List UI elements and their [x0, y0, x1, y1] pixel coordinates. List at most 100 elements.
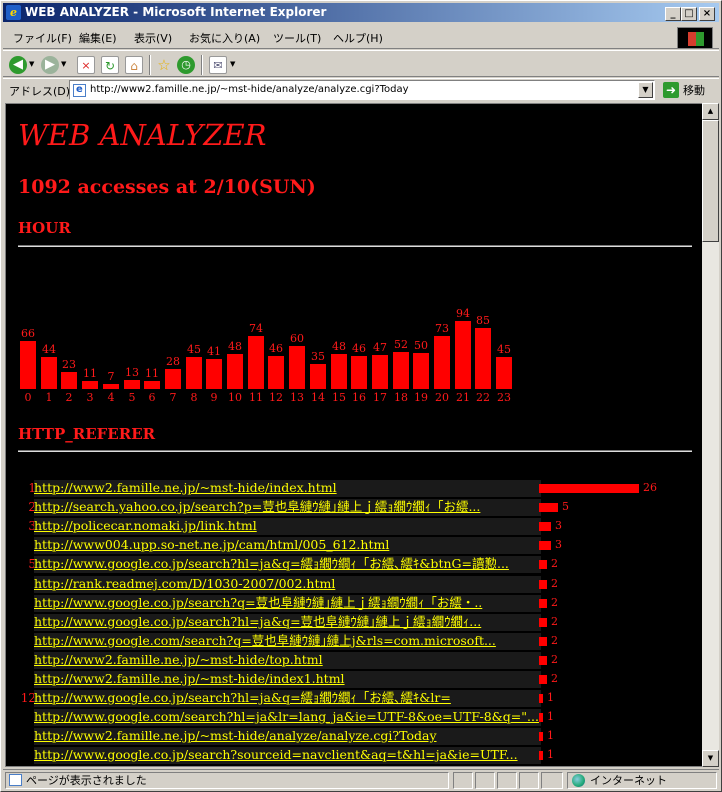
referer-link[interactable]: http://rank.readmej.com/D/1030-2007/002.…: [34, 576, 541, 593]
referer-bar: [539, 675, 547, 684]
scroll-down-icon[interactable]: ▼: [702, 750, 719, 767]
mail-icon[interactable]: ✉: [209, 56, 227, 74]
hour-tick-label: 13: [290, 391, 304, 404]
maximize-icon[interactable]: □: [681, 7, 697, 21]
history-icon[interactable]: ◷: [177, 56, 195, 74]
referer-link[interactable]: http://www2.famille.ne.jp/~mst-hide/inde…: [34, 480, 541, 497]
referer-row: http://rank.readmej.com/D/1030-2007/002.…: [18, 576, 698, 594]
hour-bar-value: 48: [228, 340, 242, 353]
hour-bar: [206, 359, 222, 389]
referer-link[interactable]: http://search.yahoo.co.jp/search?p=荳也阜縺ｳ…: [34, 499, 541, 516]
hour-tick-label: 16: [352, 391, 366, 404]
referer-link[interactable]: http://www.google.com/search?hl=ja&lr=la…: [34, 709, 541, 726]
stop-icon[interactable]: ×: [77, 56, 95, 74]
hour-bar-value: 44: [42, 343, 56, 356]
page-title: WEB ANALYZER: [18, 118, 267, 152]
hour-tick-label: 21: [456, 391, 470, 404]
hour-bar-value: 85: [476, 314, 490, 327]
minimize-icon[interactable]: _: [665, 7, 681, 21]
menu-favorites[interactable]: お気に入り(A): [189, 30, 260, 46]
refresh-icon[interactable]: ↻: [101, 56, 119, 74]
hour-tick-label: 7: [169, 391, 177, 404]
hour-tick-label: 9: [210, 391, 218, 404]
hour-tick-label: 1: [45, 391, 53, 404]
hour-tick-label: 10: [228, 391, 242, 404]
status-text: ページが表示されました: [26, 774, 147, 787]
zone-text: インターネット: [590, 774, 667, 787]
referer-bar: [539, 599, 547, 608]
hour-bar: [82, 381, 98, 389]
go-arrow-icon: ➜: [663, 82, 679, 98]
mail-dropdown-icon[interactable]: ▼: [230, 60, 235, 68]
referer-count: 5: [562, 500, 569, 513]
divider: [18, 450, 692, 452]
back-icon[interactable]: ◀: [9, 56, 27, 74]
back-dropdown-icon[interactable]: ▼: [29, 60, 34, 68]
referer-link[interactable]: http://www.google.co.jp/search?hl=ja&q=荳…: [34, 614, 541, 631]
address-dropdown-icon[interactable]: ▼: [638, 82, 653, 98]
referer-bar: [539, 560, 547, 569]
hour-bar-value: 23: [62, 358, 76, 371]
hour-bar-value: 52: [394, 338, 408, 351]
vertical-scrollbar[interactable]: ▲ ▼: [702, 103, 719, 767]
menu-bar: ファイル(F) 編集(E) 表示(V) お気に入り(A) ツール(T) ヘルプ(…: [3, 25, 719, 49]
menu-file[interactable]: ファイル(F): [13, 30, 72, 46]
address-input[interactable]: http://www2.famille.ne.jp/~mst-hide/anal…: [69, 80, 655, 100]
referer-link[interactable]: http://www004.upp.so-net.ne.jp/cam/html/…: [34, 537, 541, 554]
go-button[interactable]: ➜ 移動: [661, 81, 717, 100]
hour-bar: [61, 372, 77, 389]
forward-dropdown-icon[interactable]: ▼: [61, 60, 66, 68]
forward-icon[interactable]: ▶: [41, 56, 59, 74]
hour-tick-label: 0: [24, 391, 32, 404]
hour-tick-label: 22: [476, 391, 490, 404]
hour-bar: [124, 380, 140, 389]
hour-bar: [41, 357, 57, 389]
hour-tick-label: 18: [394, 391, 408, 404]
home-icon[interactable]: ⌂: [125, 56, 143, 74]
referer-link[interactable]: http://www.google.co.jp/search?hl=ja&q=繧…: [34, 690, 541, 707]
hour-tick-label: 17: [373, 391, 387, 404]
hour-bar-value: 13: [125, 366, 139, 379]
referer-link[interactable]: http://www.google.co.jp/search?sourceid=…: [34, 747, 541, 764]
hour-bar-value: 46: [269, 342, 283, 355]
referer-link[interactable]: http://policecar.nomaki.jp/link.html: [34, 518, 541, 535]
window-title: WEB ANALYZER - Microsoft Internet Explor…: [25, 5, 327, 19]
hour-bar: [227, 354, 243, 389]
close-icon[interactable]: ×: [699, 7, 715, 21]
hour-bar: [372, 355, 388, 389]
referer-count: 3: [555, 519, 562, 532]
hour-bar: [475, 328, 491, 389]
referer-bar: [539, 751, 543, 760]
scroll-up-icon[interactable]: ▲: [702, 103, 719, 120]
menu-view[interactable]: 表示(V): [134, 30, 172, 46]
status-panel: [519, 772, 539, 789]
page-subtitle: 1092 accesses at 2/10(SUN): [18, 176, 316, 198]
menu-help[interactable]: ヘルプ(H): [333, 30, 383, 46]
referer-link[interactable]: http://www2.famille.ne.jp/~mst-hide/inde…: [34, 671, 541, 688]
address-bar: アドレス(D) http://www2.famille.ne.jp/~mst-h…: [3, 78, 719, 101]
favorites-icon[interactable]: ☆: [155, 56, 173, 74]
page-done-icon: [9, 774, 22, 786]
scroll-thumb[interactable]: [702, 120, 719, 242]
title-bar[interactable]: e WEB ANALYZER - Microsoft Internet Expl…: [3, 3, 719, 22]
referer-count: 2: [551, 672, 558, 685]
hour-bar: [144, 381, 160, 389]
referer-row: 5 http://www.google.co.jp/search?hl=ja&q=…: [18, 556, 698, 574]
referer-link[interactable]: http://www2.famille.ne.jp/~mst-hide/top.…: [34, 652, 541, 669]
referer-bar: [539, 503, 558, 512]
page-content: WEB ANALYZER 1092 accesses at 2/10(SUN) …: [5, 103, 702, 767]
referer-link[interactable]: http://www.google.co.jp/search?hl=ja&q=繧…: [34, 556, 541, 573]
menu-tools[interactable]: ツール(T): [273, 30, 321, 46]
hour-chart: 66 0 44 1 23 2 11 3 7 4 13 5 11 6 28 7 45 8 41 9 48 10 74 11 46 1…: [6, 264, 512, 404]
referer-row: http://www004.upp.so-net.ne.jp/cam/html/…: [18, 537, 698, 555]
referer-count: 2: [551, 653, 558, 666]
hour-heading: HOUR: [18, 219, 71, 237]
referer-row: 3 http://policecar.nomaki.jp/link.html 3: [18, 518, 698, 536]
referer-link[interactable]: http://www.google.co.jp/search?q=荳也阜縺ｳ縺｣…: [34, 595, 541, 612]
referer-link[interactable]: http://www2.famille.ne.jp/~mst-hide/anal…: [34, 728, 541, 745]
referer-link[interactable]: http://www.google.com/search?q=荳也阜縺ｳ縺｣縺上…: [34, 633, 541, 650]
hour-bar: [20, 341, 36, 389]
status-panel: [475, 772, 495, 789]
hour-bar-value: 46: [352, 342, 366, 355]
menu-edit[interactable]: 編集(E): [79, 30, 117, 46]
